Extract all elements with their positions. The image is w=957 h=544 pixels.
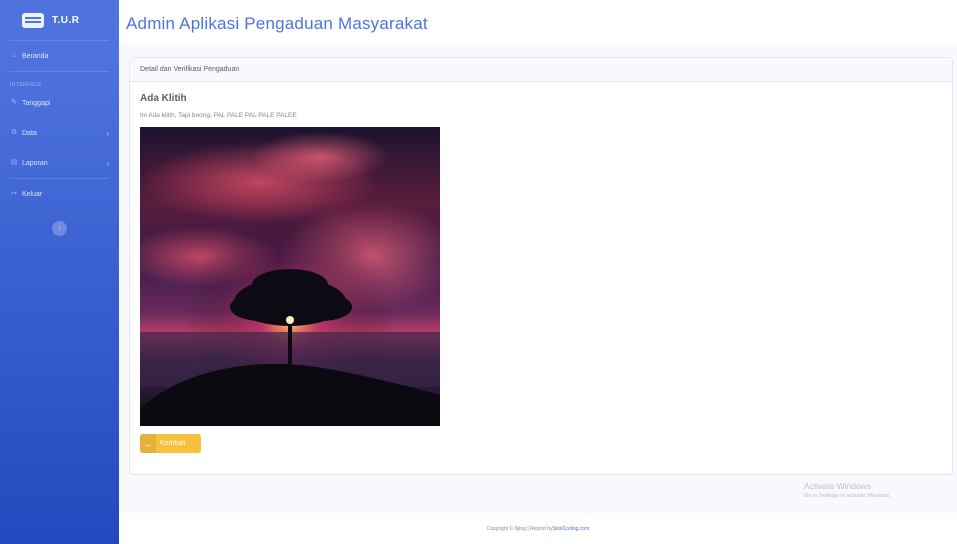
sidebar-item-laporan[interactable]: ▤ Laporan › bbox=[0, 148, 119, 178]
footer: Copyright © Njing | Repost by StokCoding… bbox=[119, 513, 957, 544]
sidebar-item-label: Keluar bbox=[22, 190, 43, 198]
sidebar-item-tanggapi[interactable]: ✎ Tanggapi bbox=[0, 88, 119, 118]
edit-icon: ✎ bbox=[11, 99, 17, 106]
report-title: Ada Klitih bbox=[140, 93, 187, 104]
sunset-tree-image bbox=[140, 127, 440, 426]
watermark-title: Activate Windows bbox=[804, 481, 872, 491]
footer-link[interactable]: StokCoding.com bbox=[553, 526, 590, 532]
brand-text: T.U.R bbox=[52, 14, 80, 26]
cog-icon: ⚙ bbox=[10, 129, 18, 136]
watermark-subtitle: Go to Settings to activate Windows. bbox=[804, 493, 891, 499]
file-icon: ▤ bbox=[10, 159, 18, 166]
sidebar-section-heading: INTERFACE bbox=[10, 82, 42, 88]
sidebar-item-data[interactable]: ⚙ Data › bbox=[0, 118, 119, 148]
sidebar: T.U.R ⌂ Beranda INTERFACE ✎ Tanggapi ⚙ D… bbox=[0, 0, 119, 544]
back-button-label: Kembali bbox=[160, 440, 186, 447]
sidebar-item-label: Laporan bbox=[22, 159, 48, 167]
page-title: Admin Aplikasi Pengaduan Masyarakat bbox=[126, 14, 428, 33]
windows-activation-watermark: Activate Windows Go to Settings to activ… bbox=[804, 481, 891, 499]
arrow-left-icon: ← bbox=[140, 434, 156, 453]
sidebar-item-beranda[interactable]: ⌂ Beranda bbox=[0, 41, 119, 71]
sidebar-item-keluar[interactable]: ↦ Keluar bbox=[0, 179, 119, 209]
detail-card: Detail dan Verifikasi Pengaduan Ada Klit… bbox=[129, 57, 953, 475]
chevron-right-icon: › bbox=[106, 128, 109, 138]
keyboard-icon bbox=[22, 12, 44, 28]
card-body: Ada Klitih Ini Ada klitih, Tapi boong, P… bbox=[130, 82, 952, 463]
sidebar-item-label: Data bbox=[22, 129, 37, 137]
chevron-left-icon: ‹ bbox=[58, 225, 61, 232]
chevron-right-icon: › bbox=[106, 158, 109, 168]
card-header: Detail dan Verifikasi Pengaduan bbox=[130, 58, 952, 82]
sidebar-item-label: Beranda bbox=[22, 52, 49, 60]
topbar: Admin Aplikasi Pengaduan Masyarakat bbox=[119, 0, 957, 44]
sign-out-icon: ↦ bbox=[11, 190, 17, 197]
report-photo bbox=[140, 127, 440, 426]
sidebar-toggle-button[interactable]: ‹ bbox=[52, 221, 67, 236]
footer-text: Copyright © Njing | Repost by bbox=[486, 525, 553, 532]
sidebar-item-label: Tanggapi bbox=[22, 99, 51, 107]
sidebar-brand[interactable]: T.U.R bbox=[0, 0, 119, 40]
home-icon: ⌂ bbox=[11, 52, 17, 59]
report-description: Ini Ada klitih, Tapi boong, PAL PALE PAL… bbox=[140, 112, 297, 119]
back-button[interactable]: ← Kembali bbox=[140, 434, 201, 453]
